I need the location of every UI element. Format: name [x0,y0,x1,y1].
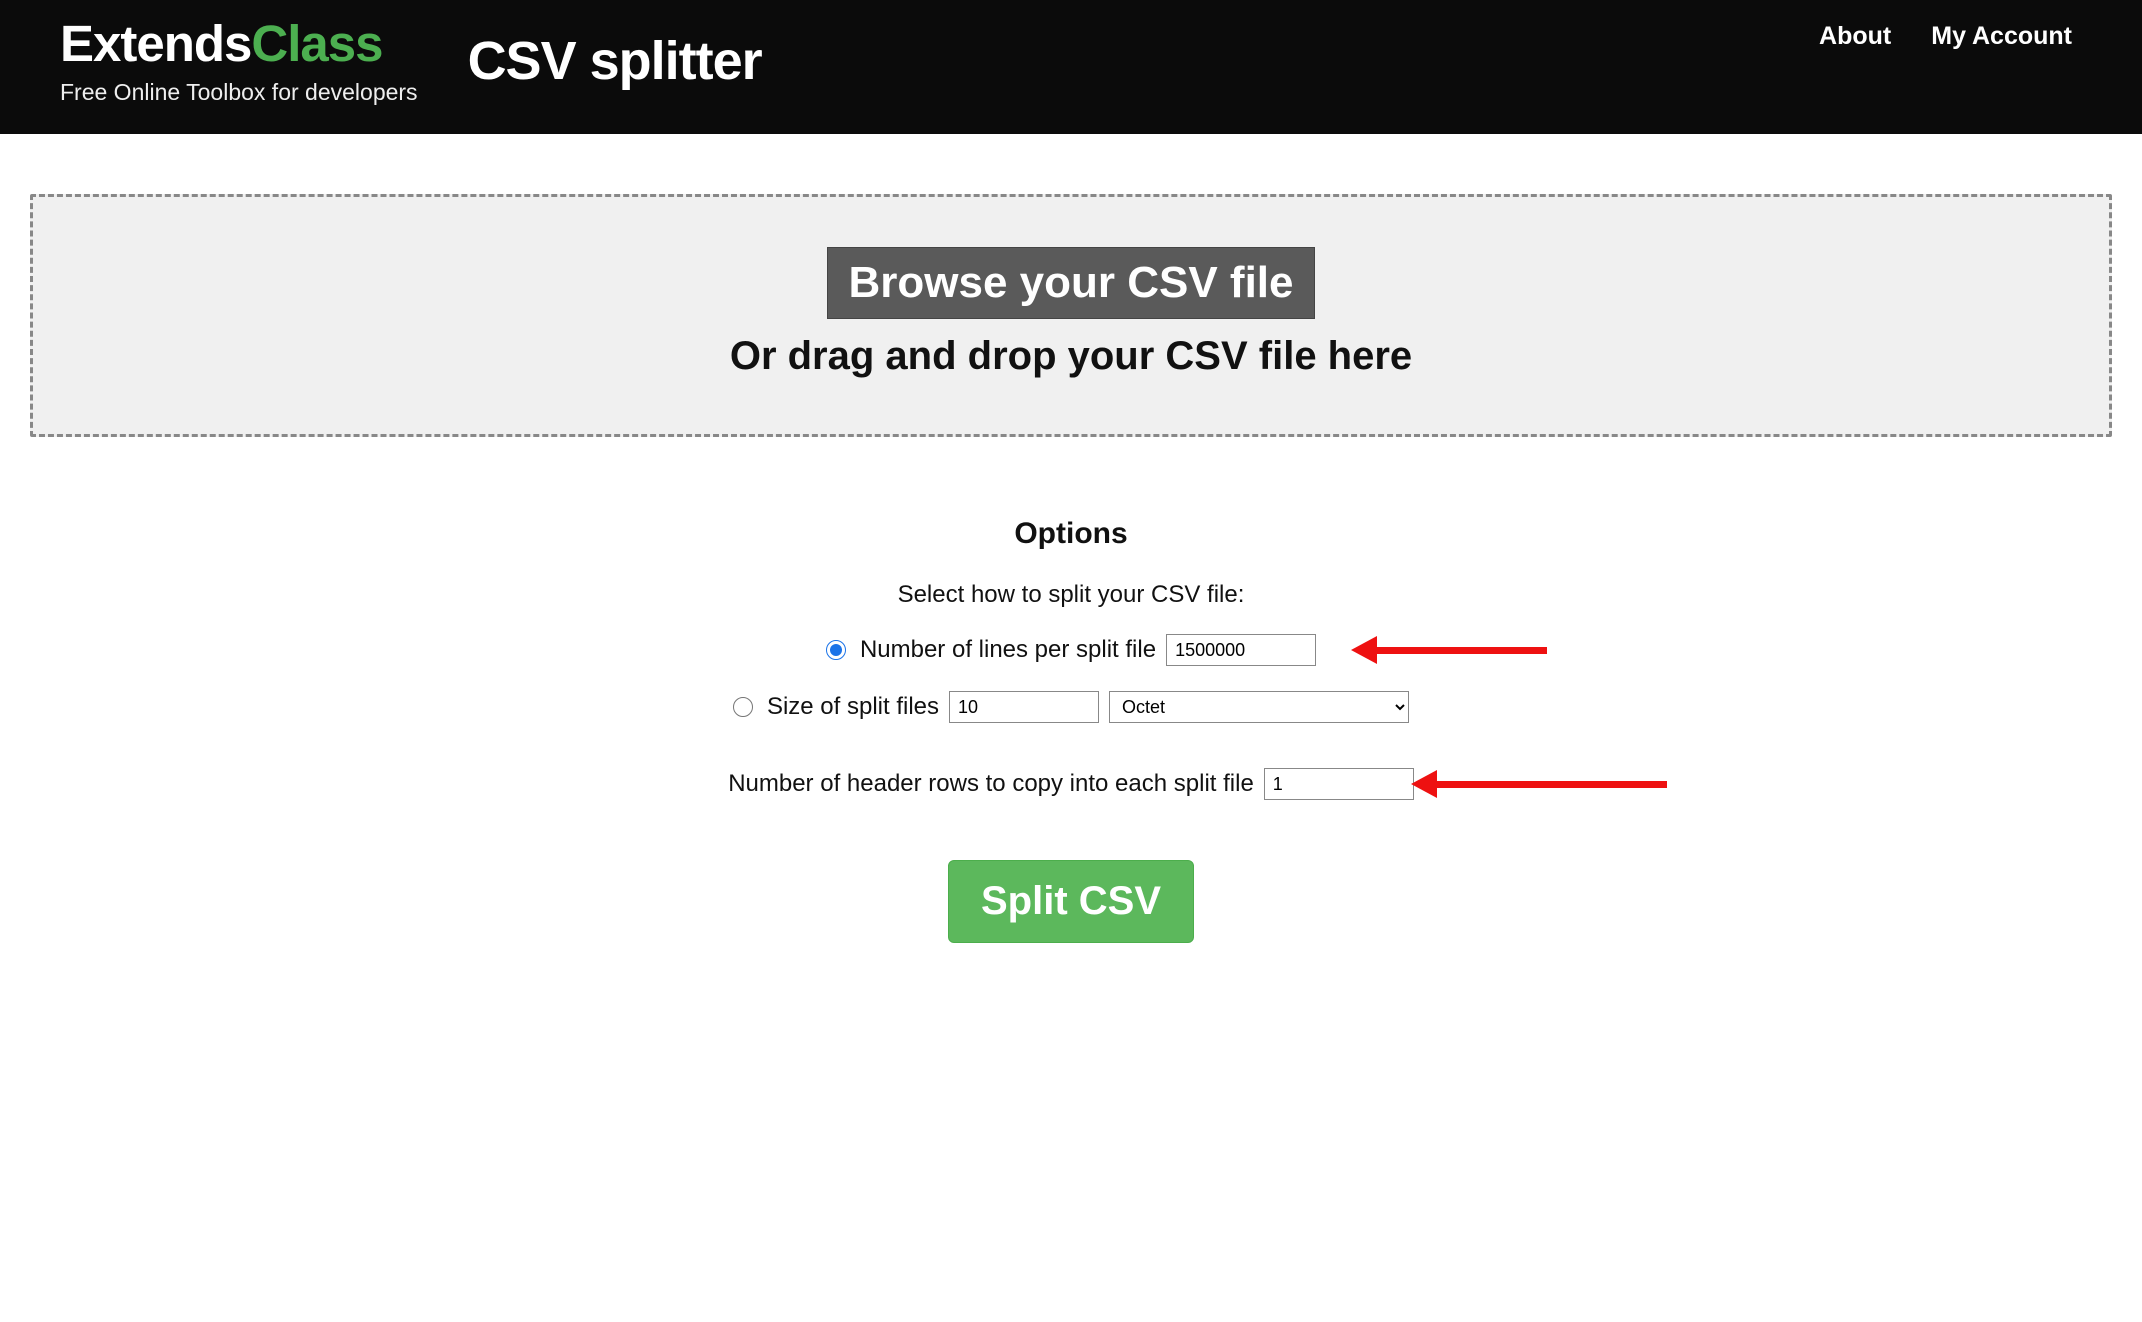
options-subtitle: Select how to split your CSV file: [20,581,2122,609]
main-content: Browse your CSV file Or drag and drop yo… [0,134,2142,983]
label-header-rows: Number of header rows to copy into each … [728,770,1254,798]
brand: ExtendsClass Free Online Toolbox for dev… [60,18,418,106]
input-lines-per-file[interactable] [1166,634,1316,666]
annotation-arrow-icon [1351,636,1547,664]
nav-about[interactable]: About [1819,22,1891,51]
label-by-size: Size of split files [767,693,939,721]
page-title: CSV splitter [468,30,762,92]
radio-by-lines[interactable] [826,640,846,660]
options-section: Options Select how to split your CSV fil… [20,517,2122,943]
select-size-unit[interactable]: Octet [1109,691,1409,723]
brand-name-part2: Class [251,15,382,72]
brand-title: ExtendsClass [60,18,418,69]
file-dropzone[interactable]: Browse your CSV file Or drag and drop yo… [30,194,2112,437]
option-row-size: Size of split files Octet [20,691,2122,723]
annotation-arrow-icon [1411,770,1667,798]
input-size-value[interactable] [949,691,1099,723]
label-by-lines: Number of lines per split file [860,636,1156,664]
brand-name-part1: Extends [60,15,251,72]
option-row-header: Number of header rows to copy into each … [20,768,2122,800]
radio-by-size[interactable] [733,697,753,717]
top-nav: About My Account [1819,22,2072,51]
options-title: Options [20,517,2122,551]
browse-file-button[interactable]: Browse your CSV file [827,247,1314,319]
input-header-rows[interactable] [1264,768,1414,800]
site-header: ExtendsClass Free Online Toolbox for dev… [0,0,2142,134]
drag-drop-text: Or drag and drop your CSV file here [53,334,2089,379]
split-csv-button[interactable]: Split CSV [948,860,1194,943]
brand-tagline: Free Online Toolbox for developers [60,79,418,106]
nav-my-account[interactable]: My Account [1931,22,2072,51]
option-row-lines: Number of lines per split file [20,634,2122,666]
